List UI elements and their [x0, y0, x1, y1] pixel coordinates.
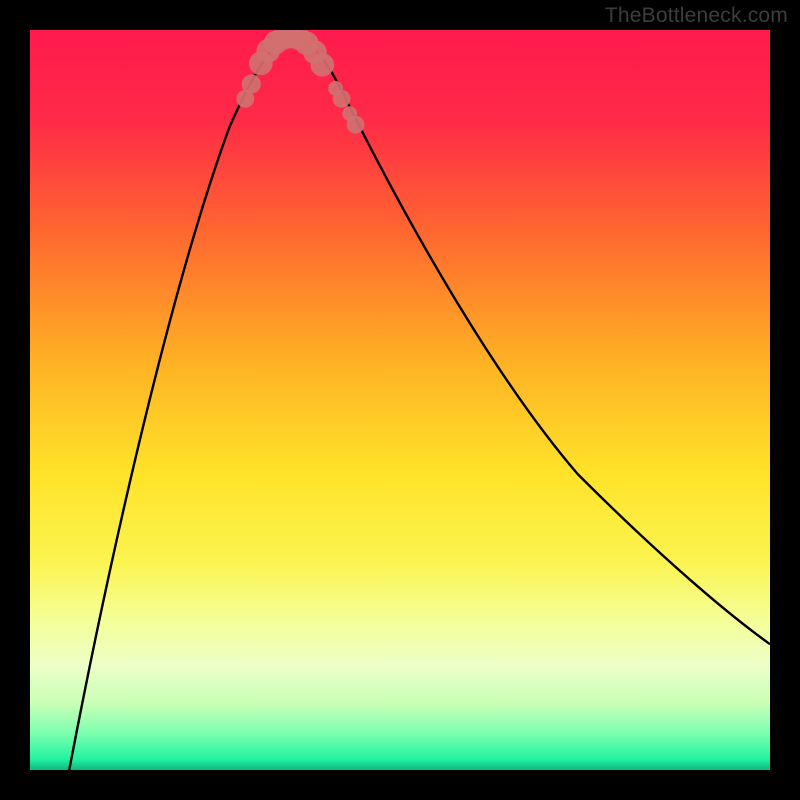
bead-marker: [310, 53, 334, 77]
watermark-label: TheBottleneck.com: [605, 4, 788, 28]
chart-svg: [30, 30, 770, 770]
plot-background: [30, 30, 770, 770]
bead-marker: [347, 116, 365, 134]
bead-marker: [333, 90, 351, 108]
chart-frame: TheBottleneck.com: [0, 0, 800, 800]
bead-marker: [242, 74, 261, 93]
plot-area: [30, 30, 770, 770]
